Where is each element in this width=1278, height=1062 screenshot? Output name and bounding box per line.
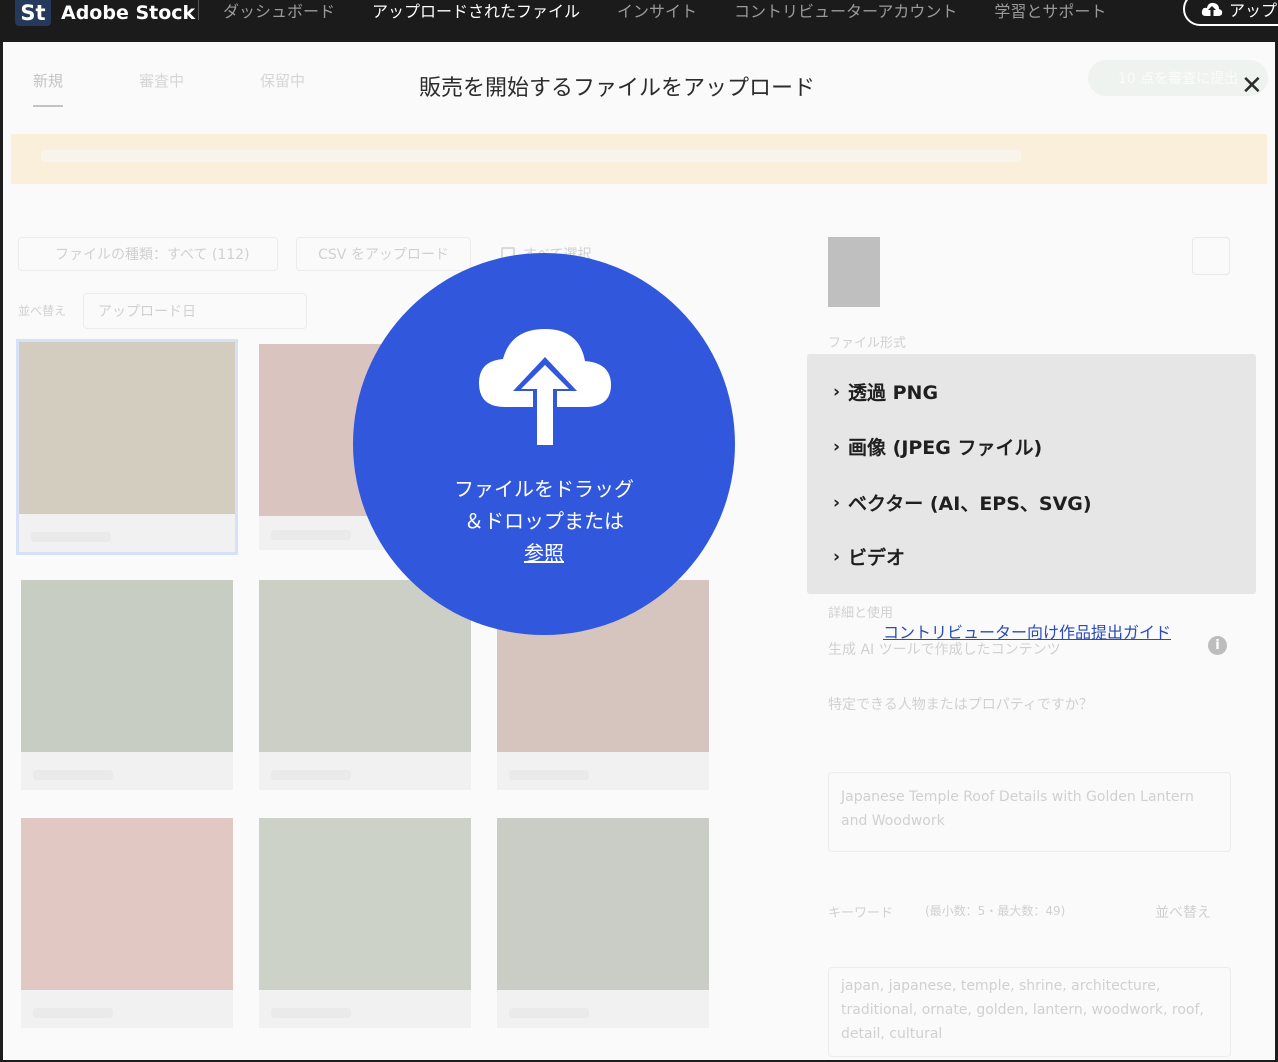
people-question: 特定できる人物またはプロパティですか？ <box>828 697 1093 713</box>
upload-modal: 新規 審査中 保留中 10 点を審査に提出 ファイルの種類：すべて (112) … <box>3 42 1275 1060</box>
cloud-upload-icon <box>1201 2 1223 16</box>
thumbnail-image <box>21 580 233 752</box>
thumbnail-image <box>259 580 471 752</box>
dropzone-text: ファイルをドラッグ ＆ドロップまたは 参照 <box>353 473 735 569</box>
tab-new[interactable]: 新規 <box>33 70 64 107</box>
chevron-right-icon: › <box>833 381 841 402</box>
thumbnail-meta <box>33 770 113 780</box>
file-type-vector[interactable]: › ベクター (AI、EPS、SVG) <box>833 489 1092 516</box>
csv-upload-button[interactable]: CSV をアップロード <box>296 237 471 271</box>
sort-label: 並べ替え <box>18 304 67 318</box>
thumbnail-meta <box>271 1008 351 1018</box>
nav-insights[interactable]: インサイト <box>617 0 697 22</box>
thumbnail-meta <box>31 532 111 542</box>
thumbnail-meta <box>509 1008 589 1018</box>
keywords-sort-toggle[interactable]: 並べ替え <box>1155 902 1211 922</box>
file-format-label: ファイル形式 <box>828 336 907 351</box>
dropzone-line-2: ＆ドロップまたは <box>464 509 624 533</box>
modal-title: 販売を開始するファイルをアップロード <box>419 76 816 101</box>
thumbnail-image <box>259 818 471 990</box>
dropzone-line-1: ファイルをドラッグ <box>454 477 634 501</box>
nav-contributor-account[interactable]: コントリビューターアカウント <box>734 0 957 22</box>
chevron-right-icon: › <box>833 546 841 567</box>
title-field-text: Japanese Temple Roof Details with Golden… <box>841 789 1194 829</box>
logo-mark: St <box>15 0 51 26</box>
brand-name: Adobe Stock <box>61 2 196 24</box>
browse-link[interactable]: 参照 <box>524 541 564 565</box>
file-type-label: ベクター (AI、EPS、SVG) <box>848 493 1092 515</box>
close-icon[interactable]: ✕ <box>1241 73 1263 99</box>
nav-divider <box>198 0 199 20</box>
thumbnail-meta <box>271 770 351 780</box>
file-thumbnail[interactable] <box>16 339 238 555</box>
info-icon[interactable]: i <box>1208 636 1227 655</box>
thumbnail-meta <box>509 770 589 780</box>
keywords-field[interactable]: japan, japanese, temple, shrine, archite… <box>828 967 1231 1057</box>
file-type-jpeg[interactable]: › 画像 (JPEG ファイル) <box>833 433 1042 460</box>
top-nav: ダッシュボード アップロードされたファイル インサイト コントリビューターアカウ… <box>198 0 1143 22</box>
file-type-label: 画像 (JPEG ファイル) <box>848 437 1043 459</box>
file-type-video[interactable]: › ビデオ <box>833 543 905 570</box>
keywords-label: キーワード <box>828 906 894 921</box>
file-thumbnail[interactable] <box>21 818 233 1028</box>
file-thumbnail[interactable] <box>259 818 471 1028</box>
tab-on-hold[interactable]: 保留中 <box>260 70 305 107</box>
accepted-file-types: › 透過 PNG › 画像 (JPEG ファイル) › ベクター (AI、EPS… <box>807 354 1256 594</box>
sort-select[interactable]: アップロード日 <box>83 293 307 329</box>
file-thumbnail[interactable] <box>21 580 233 790</box>
thumbnail-image <box>21 818 233 990</box>
nav-learn-support[interactable]: 学習とサポート <box>994 0 1106 22</box>
warning-banner <box>11 134 1267 184</box>
nav-uploaded-files[interactable]: アップロードされたファイル <box>372 0 580 22</box>
cloud-upload-icon <box>479 329 611 447</box>
top-navigation-bar: St Adobe Stock ダッシュボード アップロードされたファイル インサ… <box>0 0 1278 42</box>
keywords-field-text: japan, japanese, temple, shrine, archite… <box>841 978 1204 1042</box>
warning-text-placeholder <box>41 150 1021 162</box>
file-type-filter[interactable]: ファイルの種類：すべて (112) <box>18 237 278 271</box>
tab-in-review[interactable]: 審査中 <box>139 70 184 107</box>
upload-button[interactable]: アップ <box>1183 0 1278 26</box>
delete-button[interactable] <box>1192 237 1230 275</box>
thumbnail-image <box>19 342 235 514</box>
chevron-right-icon: › <box>833 492 841 513</box>
thumbnail-meta <box>271 530 351 540</box>
title-field[interactable]: Japanese Temple Roof Details with Golden… <box>828 772 1231 852</box>
upload-button-label: アップ <box>1229 1 1278 20</box>
contributor-guide-link[interactable]: コントリビューター向け作品提出ガイド <box>883 619 1171 643</box>
selected-file-thumbnail <box>828 237 880 307</box>
file-type-png[interactable]: › 透過 PNG <box>833 378 938 405</box>
file-thumbnail[interactable] <box>259 580 471 790</box>
keywords-range: (最小数：5・最大数：49) <box>925 904 1066 918</box>
status-tabs: 新規 審査中 保留中 <box>33 70 305 107</box>
adobe-stock-logo[interactable]: St Adobe Stock <box>15 0 195 26</box>
file-dropzone[interactable]: ファイルをドラッグ ＆ドロップまたは 参照 <box>353 253 735 635</box>
chevron-right-icon: › <box>833 436 841 457</box>
file-thumbnail[interactable] <box>497 818 709 1028</box>
nav-dashboard[interactable]: ダッシュボード <box>223 0 335 22</box>
file-type-label: ビデオ <box>848 547 906 569</box>
file-type-label: 透過 PNG <box>848 382 939 404</box>
thumbnail-meta <box>33 1008 113 1018</box>
thumbnail-image <box>497 818 709 990</box>
